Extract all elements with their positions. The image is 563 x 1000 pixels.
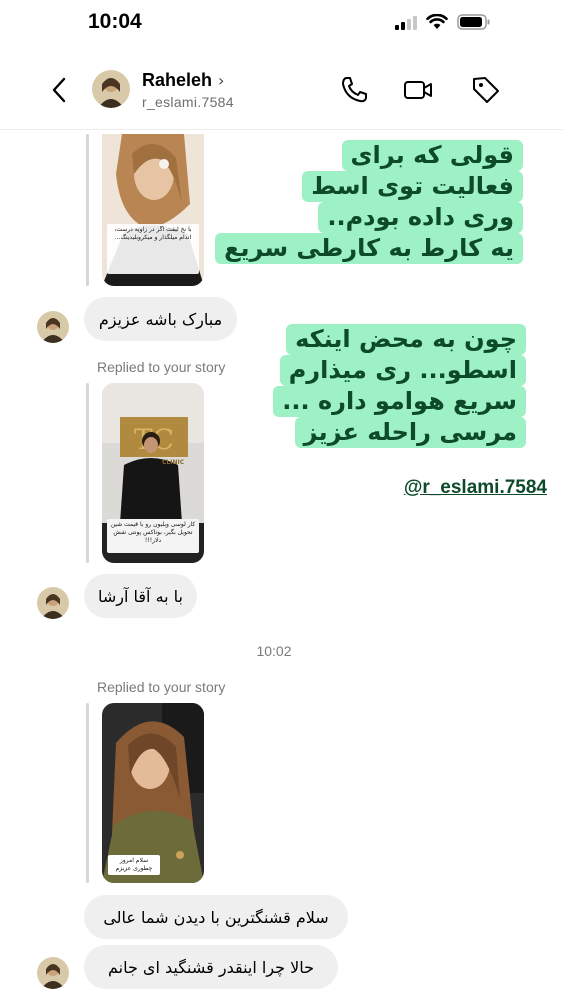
sender-avatar[interactable] <box>37 311 69 343</box>
caption-2-line-1: چون به محض اینکه <box>286 324 526 355</box>
reply-indicator-line <box>86 383 89 563</box>
caption-2-line-4: مرسی راحله عزیز <box>294 417 526 448</box>
caption-1-line-1: قولی که برای <box>341 140 523 171</box>
contact-handle[interactable]: r_eslami.7584 <box>142 94 234 110</box>
caption-1-line-4: یه کارط به کارطی سریع <box>215 233 523 264</box>
phone-icon[interactable] <box>338 74 370 106</box>
caption-1-line-2: فعالیت توی اسط <box>302 171 523 202</box>
back-chevron-icon <box>52 77 66 103</box>
message-bubble[interactable]: مبارک باشه عزیزم <box>84 297 237 341</box>
story-preview-2[interactable]: TC CLINIC کار لوسی ویلیون رو با قیمت شین… <box>102 383 204 563</box>
story-3-caption: سلام امروز چطوری عزیزم <box>108 855 160 875</box>
status-icons <box>395 14 491 30</box>
contact-name[interactable]: Raheleh <box>142 70 212 91</box>
timestamp: 10:02 <box>256 643 292 659</box>
name-chevron-icon[interactable]: › <box>218 71 224 90</box>
wifi-icon <box>426 14 448 29</box>
cellular-signal-icon <box>395 14 417 30</box>
story-2-logo: CLINIC <box>162 459 185 466</box>
battery-icon <box>457 14 490 30</box>
story-1-caption: با نخ لیفت اگر در زاویه درست، اندام میلگ… <box>107 224 199 274</box>
replied-to-story-label: Replied to your story <box>97 679 226 695</box>
caption-1-line-3: وری داده بودم.. <box>318 202 523 233</box>
reply-indicator-line <box>86 703 89 883</box>
sender-avatar[interactable] <box>37 587 69 619</box>
message-bubble[interactable]: با به آقا آرشا <box>84 574 197 618</box>
status-bar: 10:04 <box>0 0 563 48</box>
video-camera-icon[interactable] <box>402 74 434 106</box>
contact-avatar[interactable] <box>92 70 130 108</box>
caption-overlay-1: قولی که برای فعالیت توی اسط وری داده بود… <box>215 140 523 264</box>
tag-icon[interactable] <box>470 74 502 106</box>
caption-overlay-2: چون به محض اینکه اسطو... ری میذارم سریع … <box>273 324 526 448</box>
back-button[interactable] <box>44 72 74 108</box>
story-preview-3[interactable]: سلام امروز چطوری عزیزم <box>102 703 204 883</box>
chat-header: Raheleh › r_eslami.7584 <box>0 52 563 130</box>
message-bubble[interactable]: سلام قشنگترین با دیدن شما عالی <box>84 895 348 939</box>
message-bubble[interactable]: حالا چرا اینقدر قشنگید ای جانم <box>84 945 338 989</box>
sender-avatar[interactable] <box>37 957 69 989</box>
caption-2-line-3: سریع هوامو داره ... <box>273 386 526 417</box>
caption-2-line-2: اسطو... ری میذارم <box>279 355 526 386</box>
mention-tag[interactable]: @r_eslami.7584 <box>404 477 547 499</box>
replied-to-story-label: Replied to your story <box>97 359 226 375</box>
story-2-caption: کار لوسی ویلیون رو با قیمت شین تحویل بگی… <box>107 519 199 553</box>
status-time: 10:04 <box>88 10 142 33</box>
story-preview-1[interactable]: با نخ لیفت اگر در زاویه درست، اندام میلگ… <box>102 134 204 286</box>
reply-indicator-line <box>86 134 89 286</box>
